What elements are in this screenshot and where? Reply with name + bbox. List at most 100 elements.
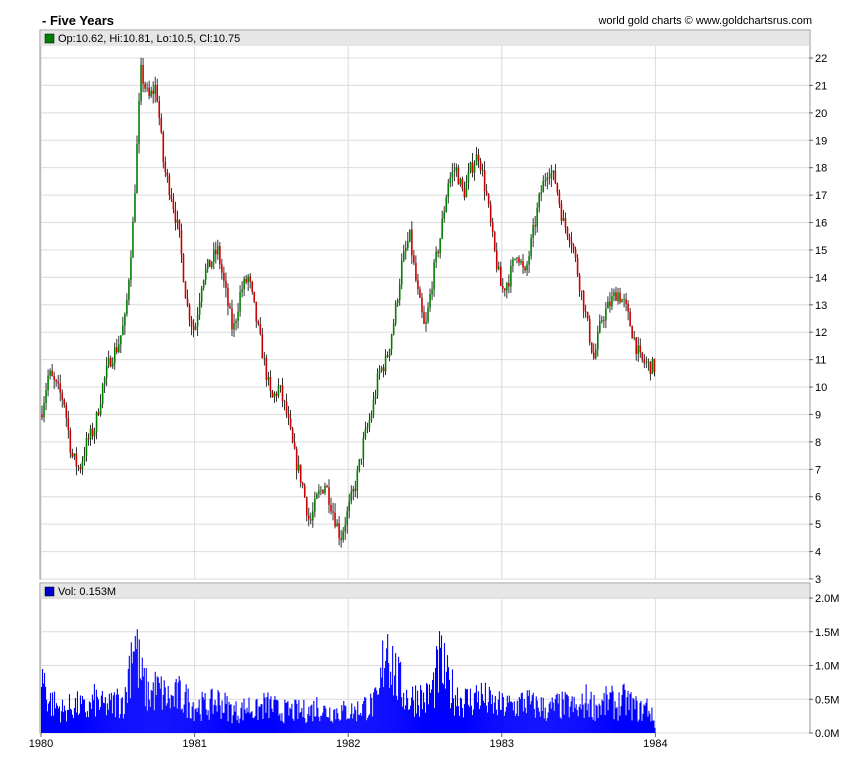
volume-bar [316, 697, 318, 733]
volume-bar [169, 708, 171, 733]
volume-bar [185, 684, 187, 733]
volume-bar [400, 661, 402, 733]
candle-body [479, 160, 482, 171]
candle-body [99, 403, 102, 415]
volume-bar [509, 701, 511, 733]
volume-bar [206, 715, 208, 733]
volume-bar [404, 709, 406, 733]
volume-bar [304, 718, 306, 733]
volume-bar [136, 629, 138, 733]
volume-bar [63, 705, 66, 733]
volume-bar [55, 703, 58, 733]
volume-bar [642, 713, 644, 733]
volume-bar [386, 648, 388, 733]
volume-bar [572, 712, 574, 733]
candle-body [140, 64, 142, 102]
candle-body [599, 321, 601, 333]
candle-body [413, 255, 415, 263]
volume-bar [194, 709, 196, 733]
volume-bar [271, 708, 273, 733]
candle-body [285, 401, 288, 414]
candle-body [275, 393, 278, 396]
volume-bar [436, 649, 439, 733]
candle-body [190, 320, 193, 326]
volume-bar [177, 682, 179, 733]
volume-bar [159, 688, 161, 733]
candle-body [407, 241, 409, 248]
candle-body [451, 171, 454, 178]
candle-body [289, 418, 292, 429]
candle-body [532, 225, 534, 239]
volume-bar [210, 689, 212, 733]
volume-bar [123, 713, 125, 733]
volume-bar [418, 705, 420, 733]
candle-body [544, 180, 547, 182]
volume-bar [630, 692, 632, 733]
volume-bar [311, 704, 313, 733]
price-tick-label: 4 [815, 547, 821, 559]
volume-bar [250, 712, 252, 733]
candle-body [411, 229, 413, 256]
candle-body [273, 393, 276, 398]
volume-bar [559, 717, 561, 733]
volume-bar [67, 709, 70, 733]
volume-bar [196, 711, 198, 733]
volume-bar [287, 701, 289, 733]
price-tick-label: 15 [815, 245, 827, 257]
volume-bar [518, 697, 520, 733]
volume-bar [291, 703, 293, 733]
volume-bar [80, 704, 82, 733]
volume-bar [645, 702, 647, 733]
volume-bar [410, 705, 412, 733]
volume-bar [107, 709, 109, 733]
volume-bar [298, 700, 300, 733]
volume-bar [137, 687, 139, 733]
candle-body [617, 292, 619, 301]
candle-body [582, 291, 585, 312]
volume-bar [416, 713, 418, 733]
candle-body [633, 337, 635, 339]
candle-body [613, 292, 615, 297]
candle-body [390, 334, 393, 350]
candle-body [109, 357, 112, 367]
volume-bar [635, 696, 637, 733]
candle-body [649, 361, 652, 375]
price-tick-label: 10 [815, 382, 827, 394]
volume-bar [484, 682, 486, 733]
volume-bar [163, 680, 165, 733]
volume-bar [541, 710, 543, 733]
candle-body [483, 170, 486, 192]
volume-bar [636, 700, 638, 733]
candle-body [61, 392, 64, 400]
price-tick-label: 5 [815, 519, 821, 531]
candle-body [45, 390, 47, 403]
volume-bar [261, 704, 263, 733]
volume-bar [336, 708, 338, 733]
volume-bar [299, 712, 301, 733]
volume-bar [256, 698, 258, 733]
volume-bar [221, 700, 223, 733]
volume-bar [272, 712, 274, 733]
volume-bar [219, 705, 221, 733]
volume-bar [111, 713, 113, 733]
candle-body [186, 298, 189, 306]
volume-bar [495, 709, 497, 733]
candle-body [67, 417, 70, 431]
candle-body [89, 428, 92, 440]
volume-bar [82, 699, 84, 733]
volume-bar [557, 703, 559, 733]
volume-bar [95, 689, 97, 733]
candle-body [429, 293, 431, 308]
candle-body [562, 217, 565, 221]
volume-bar [455, 706, 458, 733]
volume-bar [147, 681, 149, 733]
candle-body [625, 299, 627, 304]
volume-bar [190, 718, 192, 733]
candle-body [227, 288, 229, 307]
volume-bar [397, 699, 399, 733]
volume-bar [229, 704, 231, 733]
candle-body [504, 288, 506, 291]
volume-bar [337, 713, 339, 733]
volume-bar [334, 709, 336, 733]
volume-bar [373, 692, 375, 733]
